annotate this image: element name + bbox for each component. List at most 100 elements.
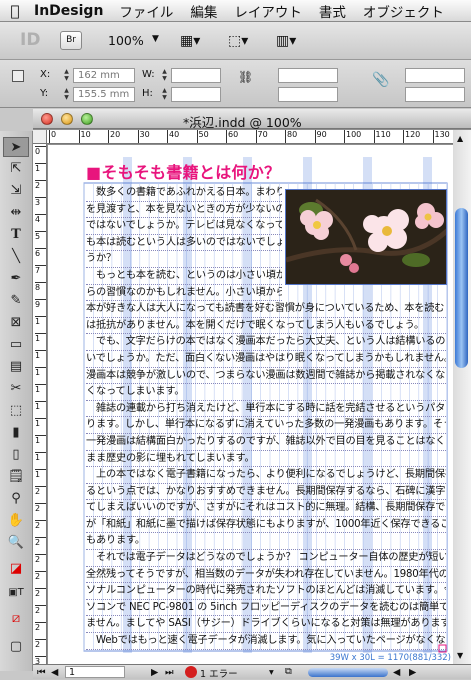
ruler-label: 9 bbox=[35, 299, 46, 309]
menu-edit[interactable]: 編集 bbox=[190, 1, 217, 21]
tools-panel: ➤ ⇱ ⇲ ⇹ T ╲ ✒ ✎ ⊠ ▭ ▤ ✂ ⬚ ▮ ▯ 🗒 ⚲ ✋ 🔍 ◪ … bbox=[0, 131, 33, 671]
constrain-icon[interactable]: ⛓ bbox=[238, 70, 253, 84]
vertical-ruler[interactable]: 0 1 2 3 4 5 6 7 8 9 1 1 1 1 1 1 1 1 1 1 2 2 2 2 2 2 2 2 2 2 3 bbox=[33, 144, 47, 664]
rectangle-frame-tool-icon[interactable]: ⊠ bbox=[3, 313, 29, 333]
formatting-icon[interactable]: ▣T bbox=[3, 583, 29, 603]
gradient-swatch-tool-icon[interactable]: ▮ bbox=[3, 423, 29, 443]
grid-character-count: 39W x 30L = 1170(881/332) bbox=[329, 653, 451, 663]
status-bar: ⏮ ◀ 1 ▶ ⏭ 1 エラー ▾ ⧉ ◀ ▶ bbox=[33, 664, 471, 680]
text-line: 全然残ってそうですが、相当数のデータが失われ存在していません。1980年代のパー bbox=[86, 567, 446, 584]
gap-tool-icon[interactable]: ⇹ bbox=[3, 203, 29, 223]
shear-field[interactable] bbox=[405, 87, 465, 102]
prev-page-icon[interactable]: ◀ bbox=[51, 667, 58, 678]
scissors-tool-icon[interactable]: ✂ bbox=[3, 379, 29, 399]
preflight-menu-icon[interactable]: ▾ bbox=[269, 667, 274, 678]
y-field[interactable]: 155.5 mm bbox=[73, 87, 135, 102]
ruler-label: 80 bbox=[285, 130, 297, 143]
selection-tool-icon[interactable]: ➤ bbox=[3, 137, 29, 157]
rectangle-tool-icon[interactable]: ▭ bbox=[3, 335, 29, 355]
pencil-tool-icon[interactable]: ✎ bbox=[3, 291, 29, 311]
h-stepper[interactable]: ▲ ▼ bbox=[160, 87, 169, 102]
zoom-dropdown-icon[interactable]: ▼ bbox=[152, 34, 159, 44]
reference-point-icon[interactable] bbox=[12, 70, 24, 82]
app-menu[interactable]: InDesign bbox=[34, 3, 103, 19]
document-heading[interactable]: ■そもそも書籍とは何か？ bbox=[86, 159, 356, 182]
x-stepper[interactable]: ▲ ▼ bbox=[62, 68, 71, 83]
last-page-icon[interactable]: ⏭ bbox=[165, 667, 174, 678]
text-line: 上の本ではなく電子書籍になったら、より便利になるでしょうけど、長期間保存す bbox=[86, 467, 446, 484]
zoom-button[interactable] bbox=[81, 113, 93, 125]
arrange-documents-button[interactable]: ▥▾ bbox=[276, 30, 310, 52]
eyedropper-tool-icon[interactable]: ⚲ bbox=[3, 489, 29, 509]
vertical-scrollbar[interactable]: ▲ ▼ bbox=[453, 130, 471, 664]
scroll-down-icon[interactable]: ▼ bbox=[457, 651, 463, 660]
scroll-left-icon[interactable]: ◀ bbox=[393, 667, 400, 678]
type-tool-icon[interactable]: T bbox=[3, 225, 29, 245]
horizontal-ruler[interactable]: 0 10 20 30 40 50 60 70 80 90 100 110 120 130 bbox=[47, 130, 453, 144]
apply-none-icon[interactable]: ⧄ bbox=[3, 609, 29, 629]
text-line: 一発漫画は結構面白かったりするのですが、雑誌以外で目の目を見ることはなく、その bbox=[86, 434, 446, 451]
text-line: Webではもっと速く電子データが消滅します。気に入っていたページがなくなって bbox=[86, 633, 446, 650]
menu-object[interactable]: オブジェクト bbox=[363, 1, 444, 21]
direct-selection-tool-icon[interactable]: ⇱ bbox=[3, 159, 29, 179]
ruler-label: 2 bbox=[35, 605, 46, 615]
page-tool-icon[interactable]: ⇲ bbox=[3, 181, 29, 201]
h-field[interactable] bbox=[171, 87, 221, 102]
ruler-origin[interactable] bbox=[33, 130, 47, 144]
ruler-label: 2 bbox=[35, 554, 46, 564]
open-page-icon[interactable]: ⧉ bbox=[285, 666, 292, 677]
menu-layout[interactable]: レイアウト bbox=[234, 1, 302, 21]
y-label: Y: bbox=[40, 88, 49, 99]
text-line: もあります。 bbox=[86, 533, 446, 551]
document-page[interactable]: ■そもそも書籍とは何か？ 数多くの書籍であふれかえる日本。まわり を見渡すと、本を… bbox=[48, 145, 453, 664]
gradient-feather-tool-icon[interactable]: ▯ bbox=[3, 445, 29, 465]
apple-menu-icon[interactable]:  bbox=[0, 2, 30, 20]
y-stepper[interactable]: ▲ ▼ bbox=[62, 87, 71, 102]
zoom-tool-icon[interactable]: 🔍 bbox=[3, 533, 29, 553]
horizontal-scroll-thumb[interactable] bbox=[308, 668, 388, 677]
scroll-right-icon[interactable]: ▶ bbox=[409, 667, 416, 678]
link-icon[interactable]: 📎 bbox=[372, 72, 389, 88]
body-text-frame[interactable]: 数多くの書籍であふれかえる日本。まわり を見渡すと、本を見ないときの方が少ないので… bbox=[86, 185, 446, 650]
ruler-label: 1 bbox=[35, 333, 46, 343]
line-tool-icon[interactable]: ╲ bbox=[3, 247, 29, 267]
text-line: を見渡すと、本を見ないときの方が少ないの bbox=[86, 202, 282, 219]
ruler-label: 10 bbox=[78, 130, 91, 143]
text-line: ります。しかし、単行本になるずに消えていった多数の一発漫画もあります。そういう bbox=[86, 417, 446, 434]
zoom-level[interactable]: 100% bbox=[108, 33, 144, 48]
next-page-icon[interactable]: ▶ bbox=[151, 667, 158, 678]
rotation-field[interactable] bbox=[405, 68, 465, 83]
close-button[interactable] bbox=[41, 113, 53, 125]
ruler-label: 20 bbox=[108, 130, 120, 143]
ruler-label: 0 bbox=[35, 146, 46, 156]
scale-y-field[interactable] bbox=[278, 87, 338, 102]
page-number-field[interactable]: 1 bbox=[65, 666, 125, 678]
hand-tool-icon[interactable]: ✋ bbox=[3, 511, 29, 531]
pen-tool-icon[interactable]: ✒ bbox=[3, 269, 29, 289]
preflight-errors[interactable]: 1 エラー bbox=[200, 666, 238, 680]
menu-type[interactable]: 書式 bbox=[319, 1, 346, 21]
x-field[interactable]: 162 mm bbox=[73, 68, 135, 83]
w-field[interactable] bbox=[171, 68, 221, 83]
scale-x-field[interactable] bbox=[278, 68, 338, 83]
fill-stroke-icon[interactable]: ◪ bbox=[3, 559, 29, 579]
screen-mode-button[interactable]: ⬚▾ bbox=[228, 30, 262, 52]
text-line: も本は読むという人は多いのではないでしょ bbox=[86, 235, 282, 252]
view-options-button[interactable]: ▦▾ bbox=[180, 30, 214, 52]
ruler-label: 90 bbox=[314, 130, 327, 143]
menu-file[interactable]: ファイル bbox=[119, 1, 173, 21]
view-mode-icon[interactable]: ▢ bbox=[3, 637, 29, 657]
free-transform-tool-icon[interactable]: ⬚ bbox=[3, 401, 29, 421]
note-tool-icon[interactable]: 🗒 bbox=[3, 467, 29, 487]
scroll-thumb[interactable] bbox=[455, 208, 468, 368]
application-bar: ID Br 100% ▼ ▦▾ ⬚▾ ▥▾ bbox=[0, 22, 471, 60]
minimize-button[interactable] bbox=[61, 113, 73, 125]
w-stepper[interactable]: ▲ ▼ bbox=[160, 68, 169, 83]
bridge-button[interactable]: Br bbox=[60, 31, 82, 50]
first-page-icon[interactable]: ⏮ bbox=[37, 667, 46, 678]
text-line: が「和紙」和紙に墨で描けば保存状態にもよりますが、1000年近く保存できることに bbox=[86, 517, 446, 534]
table-tool-icon[interactable]: ▤ bbox=[3, 357, 29, 377]
ruler-label: 40 bbox=[167, 130, 179, 143]
w-label: W: bbox=[142, 69, 155, 80]
scroll-up-icon[interactable]: ▲ bbox=[457, 134, 463, 143]
